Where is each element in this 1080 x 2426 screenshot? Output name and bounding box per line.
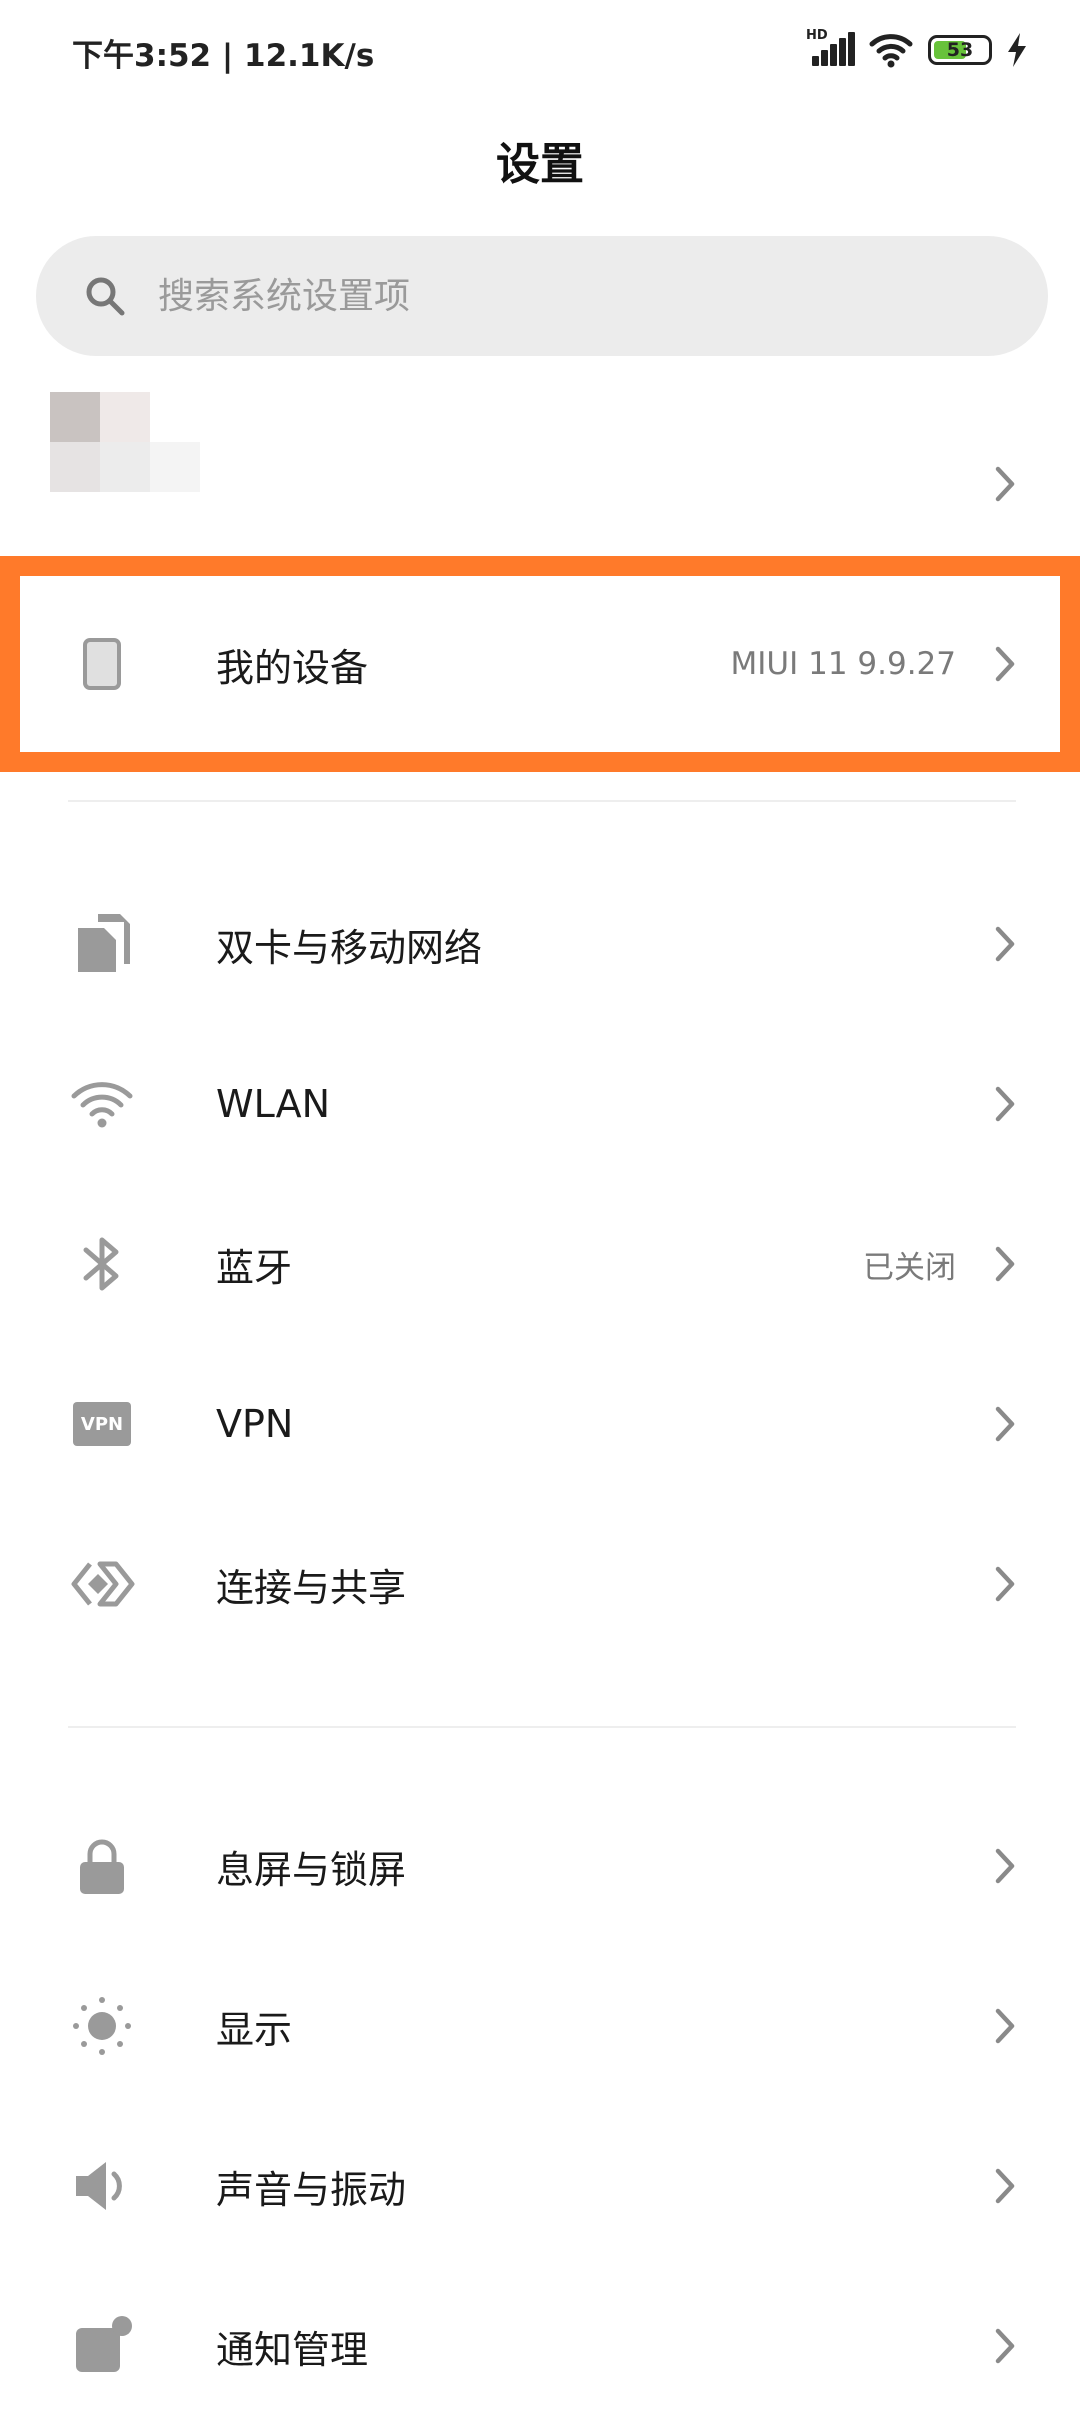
charging-icon (1008, 33, 1026, 67)
section-divider (68, 1726, 1016, 1728)
chevron-right-icon (995, 1086, 1015, 1122)
sidebar-item-notifications[interactable]: 通知管理 (0, 2266, 1080, 2426)
notifications-label: 通知管理 (216, 2327, 369, 2372)
search-bar[interactable] (36, 236, 1048, 356)
page-title: 设置 (496, 139, 584, 190)
status-icons: HD 53 (806, 28, 1028, 72)
vpn-icon-text: VPN (80, 1413, 124, 1435)
status-time-speed: 下午3:52 | 12.1K/s (72, 38, 375, 74)
sidebar-item-lock-screen[interactable]: 息屏与锁屏 (0, 1786, 1080, 1946)
chevron-right-icon (995, 1406, 1015, 1442)
chevron-right-icon (995, 926, 1015, 962)
search-icon (86, 277, 125, 316)
battery-icon: 53 (928, 35, 992, 65)
sound-label: 声音与振动 (216, 2167, 407, 2212)
sidebar-item-dual-sim[interactable]: 双卡与移动网络 (0, 864, 1080, 1024)
account-row[interactable] (0, 370, 1080, 550)
sidebar-item-connection-share[interactable]: 连接与共享 (0, 1504, 1080, 1664)
chevron-right-icon (995, 1848, 1015, 1884)
section-divider (68, 800, 1016, 802)
chevron-right-icon (995, 1566, 1015, 1602)
wifi-icon (68, 1070, 136, 1138)
chevron-right-icon (995, 1246, 1015, 1282)
connection-share-icon (68, 1550, 136, 1618)
sim-card-icon (68, 910, 136, 978)
vpn-label: VPN (216, 1402, 294, 1446)
chevron-right-icon (995, 2328, 1015, 2364)
connection-share-label: 连接与共享 (216, 1565, 407, 1610)
status-bar: 下午3:52 | 12.1K/s HD 53 (0, 0, 1080, 100)
notification-icon (68, 2312, 136, 2380)
speaker-icon (68, 2152, 136, 2220)
dual-sim-label: 双卡与移动网络 (216, 925, 483, 970)
wlan-label: WLAN (216, 1082, 331, 1126)
lock-screen-label: 息屏与锁屏 (216, 1847, 407, 1892)
chevron-right-icon (995, 466, 1015, 502)
sidebar-item-bluetooth[interactable]: 蓝牙 已关闭 (0, 1184, 1080, 1344)
sidebar-item-wlan[interactable]: WLAN (0, 1024, 1080, 1184)
lock-icon (68, 1832, 136, 1900)
wifi-status-icon (869, 34, 913, 68)
highlight-frame (0, 556, 1080, 772)
signal-icon: HD (806, 28, 855, 70)
chevron-right-icon (995, 2008, 1015, 2044)
avatar (50, 392, 200, 514)
sidebar-item-vpn[interactable]: VPN VPN (0, 1344, 1080, 1504)
brightness-icon (68, 1992, 136, 2060)
bluetooth-status: 已关闭 (863, 1249, 956, 1286)
vpn-icon: VPN (68, 1390, 136, 1458)
display-label: 显示 (216, 2007, 293, 2052)
battery-percent: 53 (946, 39, 974, 61)
bluetooth-label: 蓝牙 (216, 1245, 293, 1290)
bluetooth-icon (68, 1230, 136, 1298)
sidebar-item-display[interactable]: 显示 (0, 1946, 1080, 2106)
search-input[interactable] (156, 274, 956, 318)
chevron-right-icon (995, 2168, 1015, 2204)
sidebar-item-sound[interactable]: 声音与振动 (0, 2106, 1080, 2266)
hd-badge: HD (806, 28, 828, 43)
